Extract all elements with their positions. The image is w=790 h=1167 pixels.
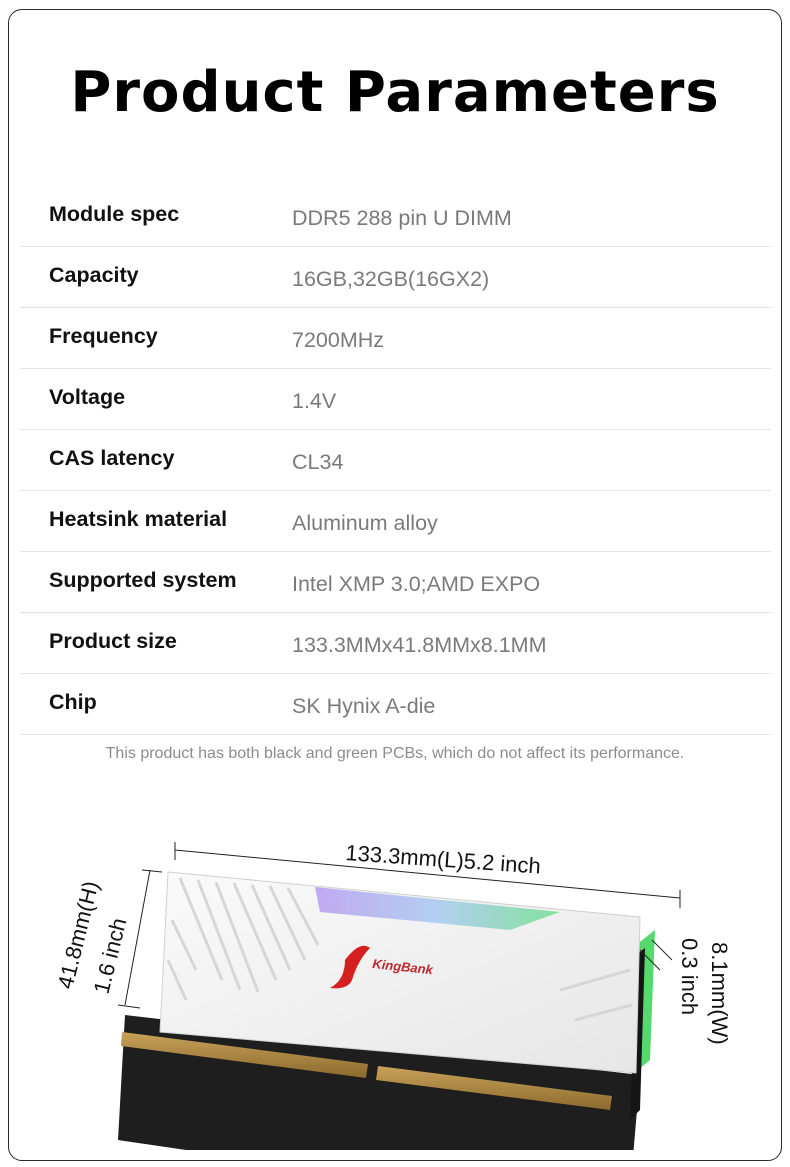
spec-value: CL34 [292, 450, 344, 474]
width-mm-label: 8.1mm(W) [707, 942, 732, 1045]
spec-label: Voltage [49, 385, 126, 409]
spec-row: Heatsink material Aluminum alloy [20, 491, 771, 552]
spec-label: Frequency [49, 324, 158, 348]
spec-label: CAS latency [49, 446, 175, 470]
spec-value: 1.4V [292, 389, 337, 413]
length-label: 133.3mm(L)5.2 inch [345, 840, 542, 879]
spec-row: Module spec DDR5 288 pin U DIMM [20, 186, 771, 247]
page-title: Product Parameters [70, 60, 720, 125]
width-inch-label: 0.3 inch [677, 938, 702, 1015]
ram-module-diagram: KingBank 133.3mm(L)5.2 inch 41.8mm(H) 1.… [53, 840, 732, 1150]
spec-row: Supported system Intel XMP 3.0;AMD EXPO [20, 552, 771, 613]
spec-label: Product size [49, 629, 177, 653]
spec-row: Chip SK Hynix A-die [20, 674, 771, 735]
spec-value: Aluminum alloy [292, 511, 438, 535]
spec-value: 133.3MMx41.8MMx8.1MM [292, 633, 547, 657]
spec-row: CAS latency CL34 [20, 430, 771, 491]
spec-row: Capacity 16GB,32GB(16GX2) [20, 247, 771, 308]
spec-value: 16GB,32GB(16GX2) [292, 267, 490, 291]
spec-label: Capacity [49, 263, 139, 287]
height-inch-label: 1.6 inch [89, 915, 132, 996]
spec-label: Module spec [49, 202, 180, 226]
spec-label: Heatsink material [49, 507, 228, 531]
spec-label: Supported system [49, 568, 237, 592]
spec-label: Chip [49, 690, 97, 714]
pcb-note: This product has both black and green PC… [105, 745, 685, 762]
spec-value: 7200MHz [292, 328, 385, 352]
spec-row: Frequency 7200MHz [20, 308, 771, 369]
spec-table: Module spec DDR5 288 pin U DIMM Capacity 1… [20, 186, 771, 735]
spec-row: Voltage 1.4V [20, 369, 771, 430]
spec-value: DDR5 288 pin U DIMM [292, 206, 512, 230]
spec-row: Product size 133.3MMx41.8MMx8.1MM [20, 613, 771, 674]
spec-value: Intel XMP 3.0;AMD EXPO [292, 572, 541, 596]
spec-value: SK Hynix A-die [292, 694, 436, 718]
